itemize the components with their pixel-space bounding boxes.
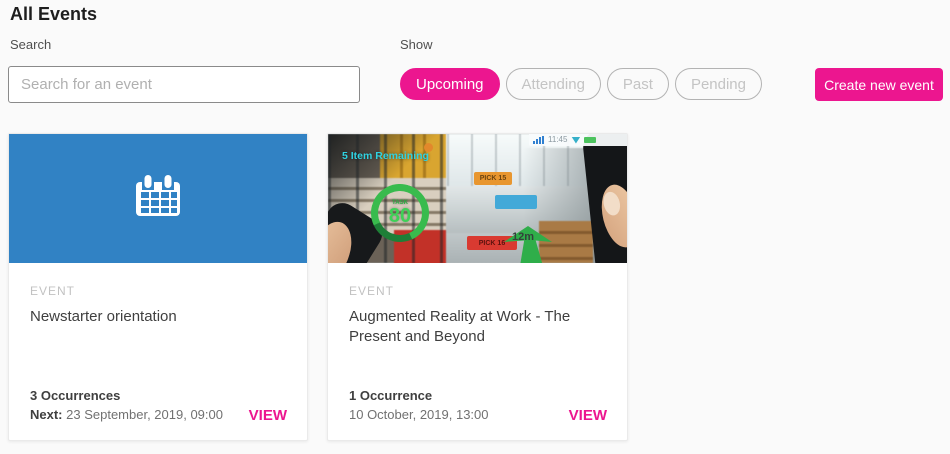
show-filter-label: Show [400,37,433,52]
search-label: Search [10,37,51,52]
event-occurrences: 3 Occurrences [30,388,120,403]
event-card-newstarter: EVENT Newstarter orientation 3 Occurrenc… [8,133,308,441]
ar-items-remaining-text: 5 Item Remaining [342,150,429,162]
filter-pill-upcoming[interactable]: Upcoming [400,68,500,100]
search-input[interactable] [8,66,360,103]
pick-tag-blue [495,195,537,209]
all-events-page: { "page": { "title": "All Events", "back… [0,0,950,454]
next-prefix: Next: [30,407,66,422]
event-next-date: 10 October, 2019, 13:00 [349,407,489,422]
wifi-icon [571,137,580,144]
event-card-body: EVENT Newstarter orientation 3 Occurrenc… [9,263,307,440]
page-title: All Events [10,4,97,25]
next-date-value: 10 October, 2019, 13:00 [349,407,489,422]
filter-pill-attending[interactable]: Attending [506,68,601,100]
battery-icon [584,137,596,143]
event-card-body: EVENT Augmented Reality at Work - The Pr… [328,263,627,440]
pick-tag-orange: PICK 15 [474,172,512,185]
ar-distance-text: 12m [512,231,534,243]
event-title: Newstarter orientation [30,307,279,327]
signal-icon [533,136,544,144]
filter-pill-past[interactable]: Past [607,68,669,100]
pick-tag-red: PICK 16 [467,236,517,250]
event-title: Augmented Reality at Work - The Present … [349,307,599,347]
event-next-date: Next: 23 September, 2019, 09:00 [30,407,223,422]
filter-pill-pending[interactable]: Pending [675,68,762,100]
create-new-event-button[interactable]: Create new event [815,68,943,101]
filter-pill-group: Upcoming Attending Past Pending [400,68,762,100]
ar-task-gauge: TASK 80 [363,176,437,250]
event-type-label: EVENT [30,284,75,298]
event-card-header-calendar [9,134,307,263]
view-event-link[interactable]: VIEW [249,407,287,424]
calendar-icon [134,174,182,223]
event-card-header-photo: 11:45 5 Item Remaining TASK 80 PICK 15 P… [328,134,627,263]
ar-marker-dot [424,143,433,152]
ar-status-bar: 11:45 [529,134,627,146]
view-event-link[interactable]: VIEW [569,407,607,424]
gauge-value: 80 [389,206,411,226]
event-card-augmented-reality: 11:45 5 Item Remaining TASK 80 PICK 15 P… [327,133,628,441]
status-time: 11:45 [548,136,567,144]
event-occurrences: 1 Occurrence [349,388,432,403]
event-type-label: EVENT [349,284,394,298]
next-date-value: 23 September, 2019, 09:00 [66,407,223,422]
